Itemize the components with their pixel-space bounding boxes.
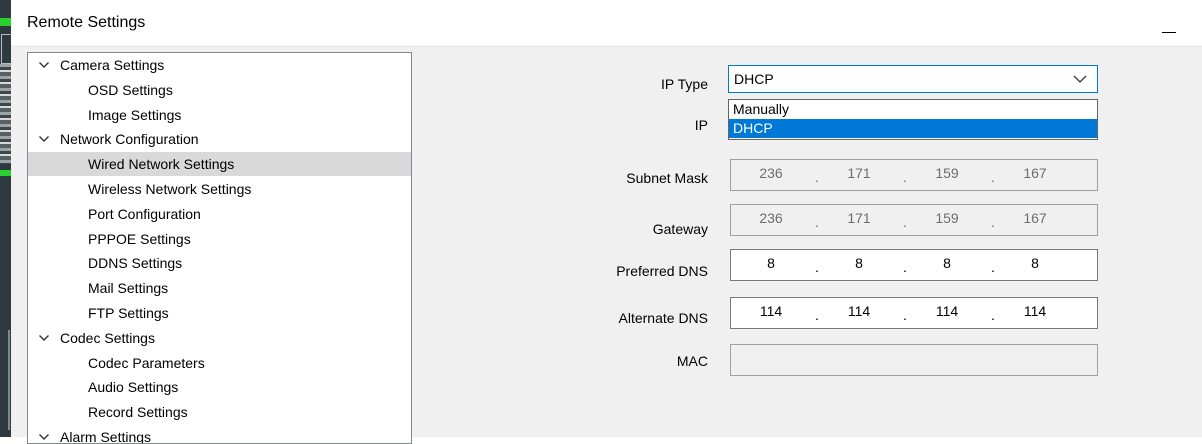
ip-separator: . [815, 307, 819, 323]
ip-separator: . [903, 214, 907, 230]
tree-item[interactable]: Port Configuration [28, 202, 411, 226]
divider [8, 330, 10, 430]
ip-octet: 167 [1023, 210, 1047, 226]
ip-separator: . [903, 259, 907, 275]
ip-separator: . [815, 214, 819, 230]
ip-separator: . [903, 169, 907, 185]
ip-type-label: IP Type [661, 76, 708, 92]
tree-item-label: Image Settings [88, 106, 182, 123]
tree-item-label: Camera Settings [60, 57, 165, 73]
tree-item[interactable]: Alarm Settings [28, 425, 411, 444]
camera-thumbnail [0, 64, 11, 164]
preferred-dns-field[interactable]: 8. 8. 8. 8 [730, 249, 1098, 281]
tree-item[interactable]: Wireless Network Settings [28, 177, 411, 201]
ip-label: IP [694, 117, 708, 133]
remote-settings-window: Remote Settings Camera Settings OSD Setti… [11, 0, 1202, 444]
tree-item-label: Codec Settings [60, 329, 155, 346]
chevron-down-icon [1073, 75, 1087, 83]
tree-item-label: PPPOE Settings [88, 230, 191, 247]
mac-field [730, 344, 1098, 376]
chevron-down-icon[interactable] [38, 431, 50, 443]
chevron-down-icon[interactable] [38, 332, 50, 344]
ip-octet: 159 [935, 210, 959, 226]
tree-item[interactable]: OSD Settings [28, 78, 411, 102]
tree-item[interactable]: Wired Network Settings [28, 152, 411, 177]
tree-item[interactable]: Network Configuration [28, 127, 411, 151]
tree-item[interactable]: Camera Settings [28, 53, 411, 77]
minimize-button[interactable] [1154, 6, 1184, 40]
tree-item-label: Wireless Network Settings [88, 181, 252, 197]
ip-separator: . [903, 307, 907, 323]
status-indicator [0, 170, 11, 176]
title-bar[interactable]: Remote Settings [11, 0, 1202, 45]
subnet-mask-label: Subnet Mask [626, 170, 708, 186]
tree-item[interactable]: PPPOE Settings [28, 227, 411, 251]
ip-octet[interactable]: 8 [927, 255, 967, 271]
tree-item-label: Codec Parameters [88, 354, 205, 371]
subnet-mask-field: 236. 171. 159. 167 [730, 159, 1098, 191]
preferred-dns-label: Preferred DNS [616, 263, 708, 279]
ip-octet[interactable]: 8 [1015, 255, 1055, 271]
tree-item[interactable]: Audio Settings [28, 375, 411, 399]
dropdown-option[interactable]: Manually [729, 100, 1097, 119]
tree-item-label: DDNS Settings [88, 255, 183, 272]
ip-type-select[interactable]: DHCP [728, 65, 1098, 93]
tree-item[interactable]: Image Settings [28, 103, 411, 127]
tree-item-label: Port Configuration [88, 205, 201, 222]
tree-item-label: FTP Settings [88, 305, 169, 321]
ip-octet[interactable]: 114 [839, 303, 879, 319]
tree-item-label: Record Settings [88, 404, 188, 421]
tree-item-label: Wired Network Settings [88, 156, 235, 173]
ip-type-value: DHCP [734, 71, 774, 87]
ip-octet[interactable]: 8 [751, 255, 791, 271]
tree-item-label: Audio Settings [88, 379, 179, 396]
alternate-dns-field[interactable]: 114. 114. 114. 114 [730, 297, 1098, 329]
ip-octet[interactable]: 114 [927, 303, 967, 319]
chevron-down-icon[interactable] [38, 133, 50, 145]
background-app-strip [0, 0, 12, 437]
ip-separator: . [991, 259, 995, 275]
ip-octet: 167 [1023, 165, 1047, 181]
tree-item-label: Alarm Settings [60, 429, 152, 444]
tree-item[interactable]: FTP Settings [28, 301, 411, 325]
ip-octet[interactable]: 114 [751, 303, 791, 319]
ip-octet[interactable]: 8 [839, 255, 879, 271]
ip-octet: 236 [759, 165, 783, 181]
gateway-field: 236. 171. 159. 167 [730, 204, 1098, 236]
ip-separator: . [991, 169, 995, 185]
window-title: Remote Settings [27, 14, 146, 31]
ip-octet: 171 [847, 210, 871, 226]
status-indicator [0, 18, 11, 26]
tree-item[interactable]: Codec Parameters [28, 351, 411, 375]
tree-item[interactable]: Mail Settings [28, 276, 411, 300]
chevron-down-icon[interactable] [38, 59, 50, 71]
tree-item[interactable]: Codec Settings [28, 326, 411, 350]
gateway-label: Gateway [652, 221, 708, 237]
tree-item-label: OSD Settings [88, 81, 173, 98]
alternate-dns-label: Alternate DNS [618, 310, 708, 326]
ip-separator: . [991, 214, 995, 230]
ip-octet: 171 [847, 165, 871, 181]
dropdown-option[interactable]: DHCP [729, 119, 1097, 138]
tree-item[interactable]: DDNS Settings [28, 251, 411, 275]
ip-octet: 236 [759, 210, 783, 226]
tree-item-label: Mail Settings [88, 280, 169, 297]
ip-separator: . [815, 169, 819, 185]
ip-octet[interactable]: 114 [1015, 303, 1055, 319]
tree-item[interactable]: Record Settings [28, 400, 411, 424]
ip-separator: . [815, 259, 819, 275]
settings-tree[interactable]: Camera Settings OSD Settings Image Setting… [27, 52, 412, 444]
ip-octet: 159 [935, 165, 959, 181]
ip-separator: . [991, 307, 995, 323]
mac-label: MAC [676, 353, 708, 369]
tree-item-label: Network Configuration [60, 131, 199, 148]
ip-type-dropdown-list[interactable]: Manually DHCP [728, 99, 1098, 140]
